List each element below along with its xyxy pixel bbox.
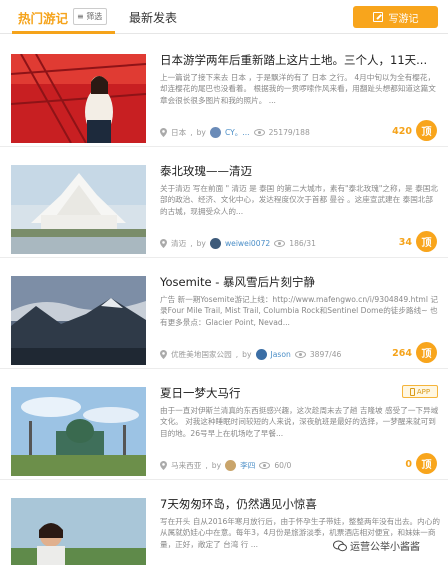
item-description: 由于一直对伊斯兰清真的东西挺感兴趣，这次趁周末去了趟 吉隆坡 感受了一下异域文化… bbox=[160, 406, 439, 438]
like-count: 34 bbox=[398, 237, 412, 248]
item-title[interactable]: 日本游学两年后重新踏上这片土地。三个人，11天... bbox=[160, 52, 442, 68]
item-author[interactable]: weiwei0072 bbox=[225, 239, 270, 248]
item-description: 上一篇说了接下来去 日本 ，于是飘洋的有了 日本 之行。 4月中旬以为全有樱花，… bbox=[160, 73, 436, 105]
by-label: by bbox=[196, 128, 206, 137]
item-title[interactable]: 夏日一梦大马行 bbox=[160, 385, 442, 401]
app-badge-label: APP bbox=[416, 387, 431, 396]
item-title[interactable]: 泰北玫瑰——清迈 bbox=[160, 163, 442, 179]
item-location[interactable]: 优胜美地国家公园 bbox=[171, 349, 232, 360]
location-icon bbox=[160, 128, 167, 137]
item-author[interactable]: 李四 bbox=[240, 460, 255, 471]
list-icon: ≡ bbox=[77, 12, 84, 21]
location-icon bbox=[160, 350, 167, 359]
item-views: 3897/46 bbox=[309, 350, 342, 359]
tab-latest[interactable]: 最新发表 bbox=[129, 9, 177, 26]
filter-label: 筛选 bbox=[86, 12, 103, 21]
thumbnail-image[interactable] bbox=[11, 276, 146, 365]
eye-icon bbox=[274, 240, 286, 247]
item-views: 25179/188 bbox=[268, 128, 310, 137]
like-count: 0 bbox=[405, 459, 412, 470]
avatar[interactable] bbox=[209, 238, 221, 249]
pencil-icon bbox=[372, 12, 383, 22]
item-author[interactable]: CY。... bbox=[225, 127, 250, 138]
avatar[interactable] bbox=[255, 349, 267, 360]
wechat-watermark: 运营公举小酱酱 bbox=[333, 538, 420, 553]
upvote-button[interactable]: 顶 bbox=[416, 342, 437, 363]
watermark-text: 运营公举小酱酱 bbox=[350, 542, 420, 553]
item-author[interactable]: Jason bbox=[271, 350, 291, 359]
active-tab-indicator bbox=[12, 31, 115, 34]
wechat-icon bbox=[333, 540, 347, 551]
upvote-button[interactable]: 顶 bbox=[416, 120, 437, 141]
item-meta: 清迈, by weiwei0072 186/31 bbox=[160, 238, 316, 249]
item-description: 关于清迈 写在前面 " 清迈 是 泰国 的第二大城市，素有"泰北玫瑰"之称，是 … bbox=[160, 184, 438, 216]
by-label: by bbox=[196, 239, 206, 248]
write-travelogue-button[interactable]: 写游记 bbox=[353, 6, 438, 28]
list-item[interactable]: 泰北玫瑰——清迈 关于清迈 写在前面 " 清迈 是 泰国 的第二大城市，素有"泰… bbox=[0, 147, 448, 258]
location-icon bbox=[160, 461, 167, 470]
like-count: 264 bbox=[392, 348, 412, 359]
item-title[interactable]: Yosemite - 暴风雪后片刻宁静 bbox=[160, 274, 442, 290]
by-label: by bbox=[242, 350, 252, 359]
avatar[interactable] bbox=[209, 127, 221, 138]
item-views: 60/0 bbox=[274, 461, 292, 470]
item-meta: 马来西亚, by 李四 60/0 bbox=[160, 460, 291, 471]
thumbnail-image[interactable] bbox=[11, 165, 146, 254]
upvote-button[interactable]: 顶 bbox=[416, 231, 437, 252]
filter-button[interactable]: ≡ 筛选 bbox=[73, 8, 107, 25]
like-count: 420 bbox=[392, 126, 412, 137]
tab-hot-travelogues[interactable]: 热门游记 bbox=[18, 8, 68, 27]
by-label: by bbox=[211, 461, 222, 470]
write-button-label: 写游记 bbox=[388, 13, 419, 25]
item-location[interactable]: 日本 bbox=[171, 127, 186, 138]
list-item[interactable]: 夏日一梦大马行 APP 由于一直对伊斯兰清真的东西挺感兴趣，这次趁周末去了趟 吉… bbox=[0, 369, 448, 480]
avatar[interactable] bbox=[225, 460, 237, 471]
item-location[interactable]: 清迈 bbox=[171, 238, 186, 249]
thumbnail-image[interactable] bbox=[11, 54, 146, 143]
list-item[interactable]: Yosemite - 暴风雪后片刻宁静 广告 新一期Yosemite游记上线：h… bbox=[0, 258, 448, 369]
top-tab-bar: 热门游记 ≡ 筛选 最新发表 写游记 bbox=[0, 0, 448, 34]
eye-icon bbox=[294, 351, 306, 358]
item-location[interactable]: 马来西亚 bbox=[171, 460, 201, 471]
phone-icon bbox=[409, 387, 415, 396]
item-views: 186/31 bbox=[289, 239, 316, 248]
list-item[interactable]: 日本游学两年后重新踏上这片土地。三个人，11天... 上一篇说了接下来去 日本 … bbox=[0, 36, 448, 147]
app-badge: APP bbox=[402, 385, 438, 398]
item-meta: 优胜美地国家公园, by Jason 3897/46 bbox=[160, 349, 341, 360]
item-description: 广告 新一期Yosemite游记上线：http://www.mafengwo.c… bbox=[160, 295, 438, 327]
eye-icon bbox=[259, 462, 271, 469]
location-icon bbox=[160, 239, 167, 248]
eye-icon bbox=[253, 129, 265, 136]
item-meta: 日本, by CY。... 25179/188 bbox=[160, 127, 310, 138]
upvote-button[interactable]: 顶 bbox=[416, 453, 437, 474]
item-title[interactable]: 7天匆匆环岛，仍然遇见小惊喜 bbox=[160, 496, 442, 512]
thumbnail-image[interactable] bbox=[11, 387, 146, 476]
thumbnail-image[interactable] bbox=[11, 498, 146, 565]
